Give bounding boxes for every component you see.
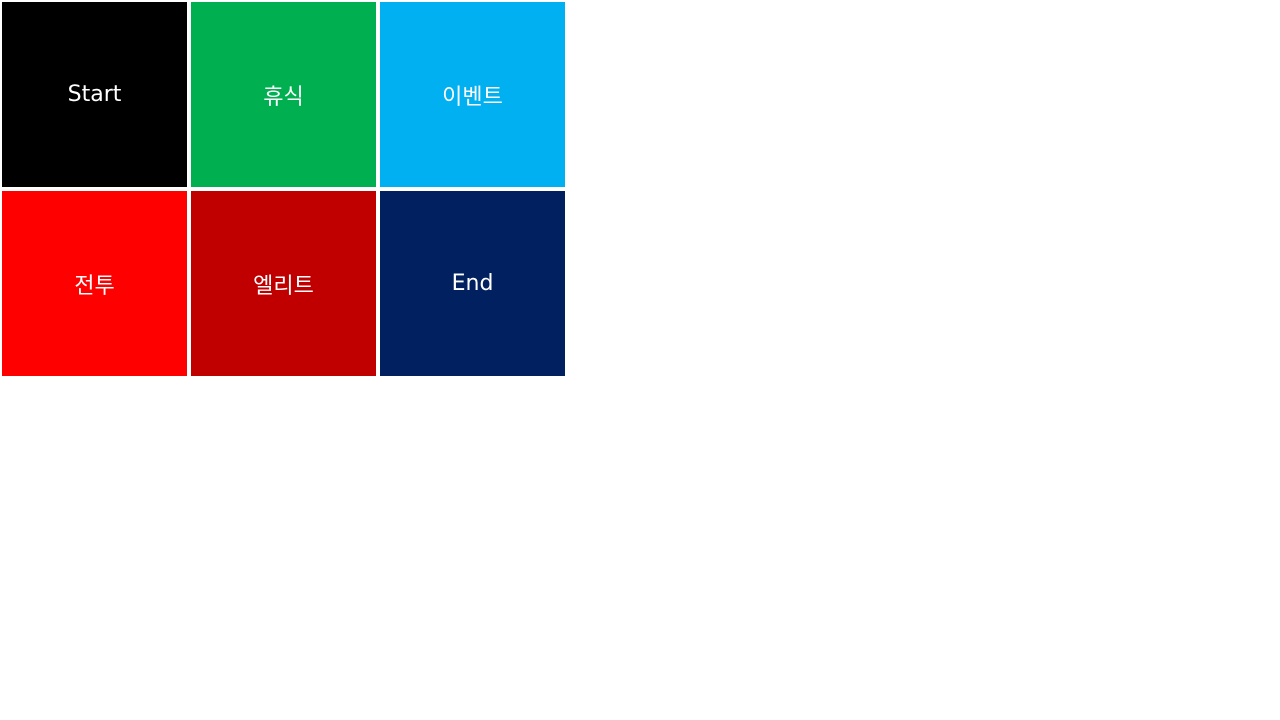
tile-label: 전투 <box>74 273 115 299</box>
tile-label: End <box>451 271 494 296</box>
tile-start[interactable]: Start <box>2 2 187 187</box>
tile-label: 휴식 <box>263 84 304 110</box>
tile-label: 엘리트 <box>253 273 314 299</box>
tile-end[interactable]: End <box>380 191 565 376</box>
tile-grid: Start 휴식 이벤트 전투 엘리트 End <box>2 2 565 376</box>
tile-elite[interactable]: 엘리트 <box>191 191 376 376</box>
tile-label: Start <box>67 82 122 107</box>
tile-event[interactable]: 이벤트 <box>380 2 565 187</box>
tile-rest[interactable]: 휴식 <box>191 2 376 187</box>
tile-battle[interactable]: 전투 <box>2 191 187 376</box>
tile-label: 이벤트 <box>442 84 503 110</box>
